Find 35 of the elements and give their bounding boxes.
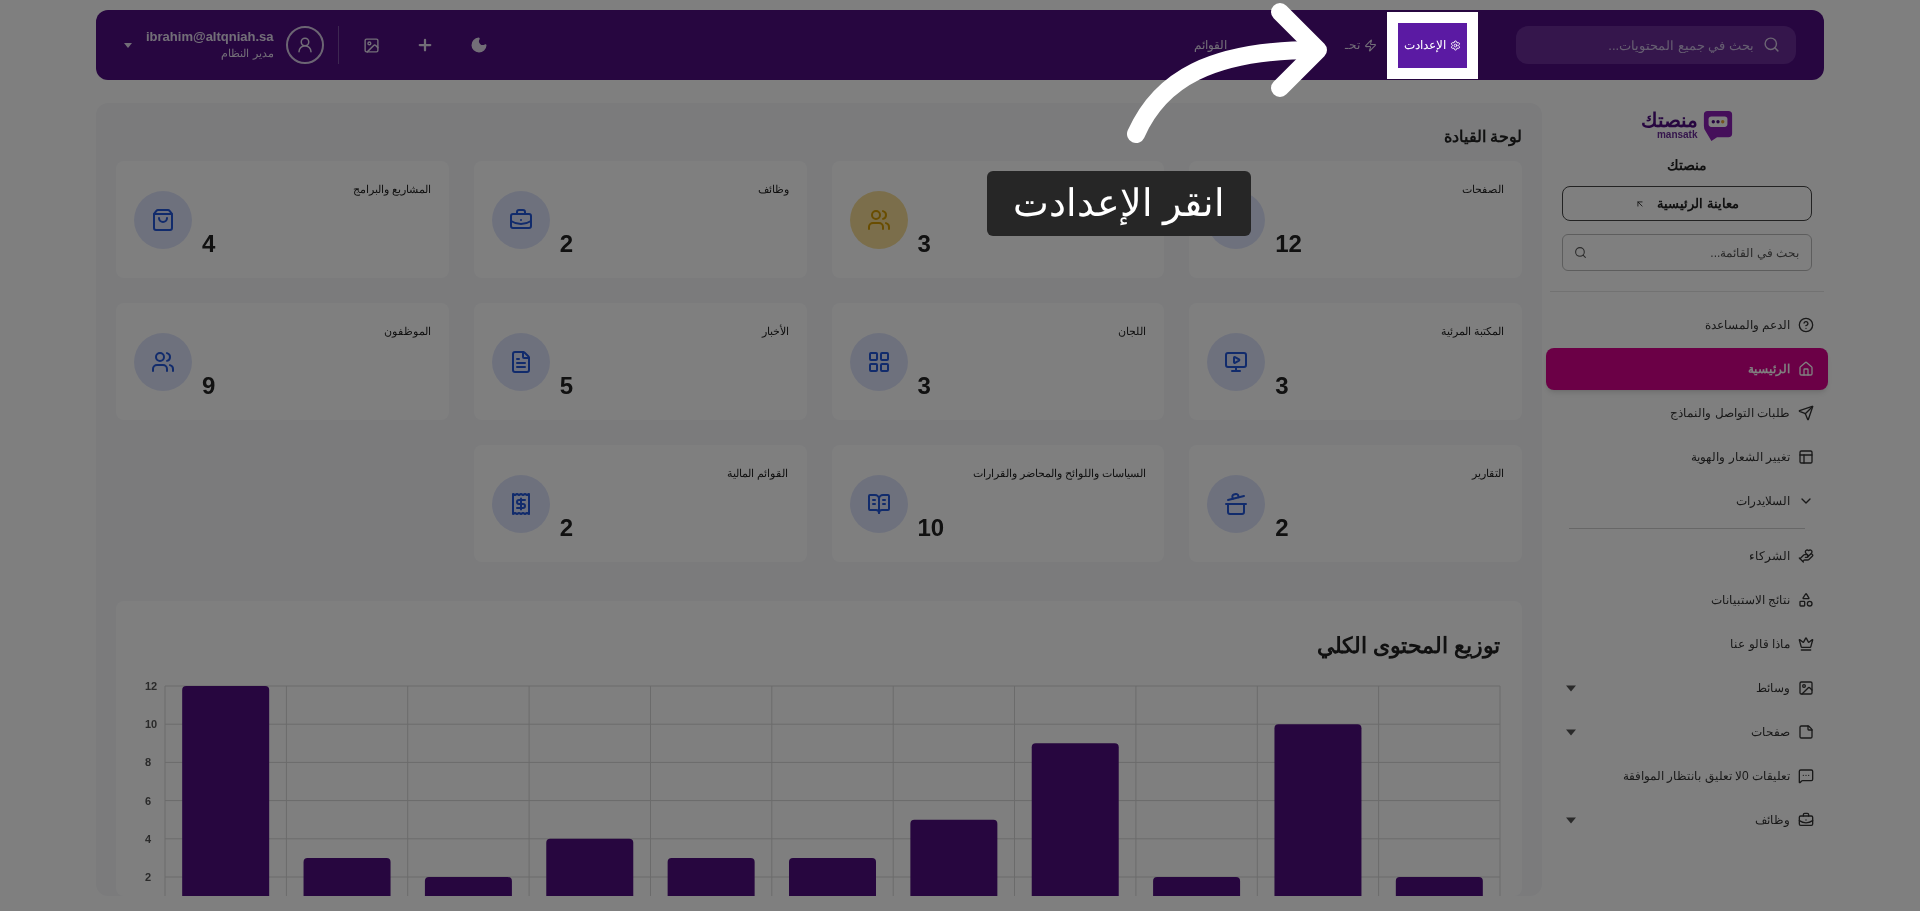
user-role: مدير النظام (221, 46, 274, 61)
card-label: الأخبار (760, 323, 789, 340)
card-value: 3 (917, 229, 932, 259)
card-value: 2 (559, 229, 575, 259)
axis-tick-label: 2 (145, 871, 152, 883)
card-value: 4 (202, 229, 217, 259)
card-value: 5 (559, 371, 575, 401)
card-label: السياسات واللوائح والمحاضر والقرارات (972, 466, 1147, 482)
logo-latin: mansatk (1656, 130, 1698, 140)
card-value: 12 (1275, 229, 1303, 259)
axis-tick-label: 6 (145, 794, 152, 807)
card-value: 2 (1275, 513, 1290, 543)
axis-tick-label: 10 (145, 718, 158, 731)
card-label: المشاريع والبرامج (351, 182, 431, 198)
card-label: الصفحات (1461, 182, 1504, 197)
user-email: ibrahim@altqniah.sa (146, 29, 274, 45)
card-label: وظائف (756, 182, 789, 198)
axis-tick-label: 12 (145, 680, 158, 692)
card-value: 9 (202, 371, 217, 401)
page-title: لوحة القيادة (1442, 127, 1522, 149)
axis-tick-label: 4 (145, 832, 152, 845)
card-label: التقارير (1470, 466, 1504, 482)
logo-name: منصتك (1640, 110, 1698, 130)
axis-tick-label: 8 (145, 756, 152, 769)
card-label: المكتبة المرئية (1439, 324, 1504, 340)
brand-name: منصتك (1667, 156, 1707, 175)
card-value: 2 (559, 513, 575, 543)
card-value: 3 (917, 371, 932, 401)
tour-tooltip: انقر الإعدادت (987, 171, 1251, 236)
chart-title: توزيع المحتوى الكلي (1315, 632, 1501, 661)
card-value: 10 (917, 513, 946, 543)
card-label: الموظفون (382, 324, 431, 340)
card-label: القوائم المالية (726, 466, 789, 482)
card-label: اللجان (1117, 324, 1147, 339)
card-value: 3 (1275, 371, 1290, 401)
